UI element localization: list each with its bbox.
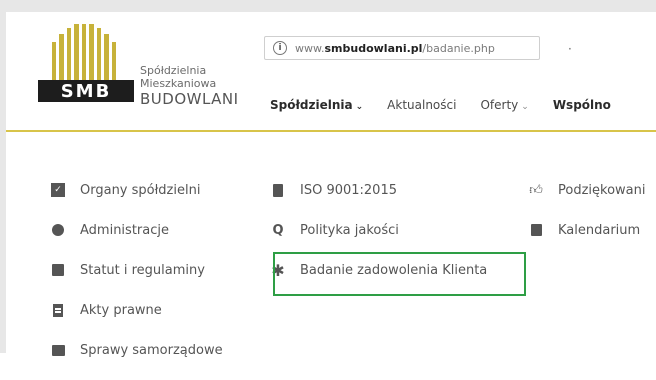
nav-item-label: Oferty <box>480 98 519 112</box>
menu-item-polityka[interactable]: Q Polityka jakości <box>270 220 487 240</box>
main-nav: Spółdzielnia ⌄ Aktualności Oferty ⌄ Wspóln… <box>270 95 635 115</box>
nav-item-label: Aktualności <box>387 98 457 112</box>
nav-item-wspolnoty[interactable]: Wspólno <box>553 98 611 112</box>
brand-line-1: Spółdzielnia <box>140 64 207 77</box>
address-bar[interactable]: i www. smbudowlani.pl/badanie.php <box>264 36 540 60</box>
nav-item-label: Wspólno <box>552 98 611 112</box>
menu-item-label: Polityka jakości <box>300 222 399 238</box>
highlight-box <box>273 252 526 296</box>
url-prefix: www. <box>295 41 325 55</box>
search-icon: Q <box>272 222 284 238</box>
checkbox-icon: ✓ <box>50 182 66 198</box>
menu-item-iso[interactable]: ISO 9001:2015 <box>270 180 487 200</box>
menu-item-kalendarium[interactable]: Kalendarium <box>528 220 645 240</box>
menu-item-label: Statut i regulaminy <box>80 262 205 278</box>
circle-icon <box>50 222 66 238</box>
menu-item-organy[interactable]: ✓ Organy spółdzielni <box>50 180 223 200</box>
url-path: /badanie.php <box>422 41 495 55</box>
nav-item-aktualnosci[interactable]: Aktualności <box>387 98 456 112</box>
menu-item-statut[interactable]: Statut i regulaminy <box>50 260 223 280</box>
square-icon <box>50 262 66 278</box>
menu-column-left: ✓ Organy spółdzielni Administracje Statu… <box>50 180 223 380</box>
menu-item-label: Akty prawne <box>80 302 162 318</box>
thumbs-up-icon: 👍︎ <box>529 182 543 198</box>
url-domain: smbudowlani.pl <box>324 41 423 55</box>
web-page: SMB Spółdzielnia Mieszkaniowa BUDOWLANI … <box>6 12 656 358</box>
logo-bars-graphic <box>52 24 116 80</box>
trash-icon <box>270 182 286 198</box>
menu-item-label: Kalendarium <box>558 222 641 238</box>
brand-line-3: BUDOWLANI <box>140 90 239 108</box>
nav-item-spoldzielnia[interactable]: Spółdzielnia ⌄ <box>270 98 363 112</box>
header-divider <box>6 130 656 132</box>
info-icon[interactable]: i <box>273 41 287 55</box>
menu-item-sprawy[interactable]: Sprawy samorządowe <box>50 340 223 360</box>
brand-name[interactable]: Spółdzielnia Mieszkaniowa BUDOWLANI <box>140 64 239 108</box>
newspaper-icon <box>50 342 66 358</box>
logo-text: SMB <box>60 80 112 102</box>
smb-logo[interactable]: SMB <box>38 24 134 102</box>
brand-line-2: Mieszkaniowa <box>140 77 217 90</box>
logo-base: SMB <box>38 80 134 102</box>
menu-column-right: 👍︎ Podziękowani Kalendarium <box>528 180 645 260</box>
menu-item-podziekowania[interactable]: 👍︎ Podziękowani <box>528 180 645 200</box>
nav-item-label: Spółdzielnia <box>270 98 353 112</box>
calendar-icon <box>528 222 544 238</box>
document-icon <box>50 302 66 318</box>
menu-item-label: ISO 9001:2015 <box>300 182 397 198</box>
menu-item-akty[interactable]: Akty prawne <box>50 300 223 320</box>
menu-item-label: Sprawy samorządowe <box>80 342 223 358</box>
menu-item-label: Organy spółdzielni <box>80 182 201 198</box>
nav-item-oferty[interactable]: Oferty ⌄ <box>480 98 528 112</box>
menu-item-label: Podziękowani <box>558 182 646 198</box>
chevron-down-icon: ⌄ <box>355 102 364 112</box>
chevron-down-icon: ⌄ <box>521 102 529 112</box>
toolbar-dot-icon: · <box>568 42 572 56</box>
menu-item-label: Administracje <box>80 222 169 238</box>
menu-item-administracje[interactable]: Administracje <box>50 220 223 240</box>
window-frame-top <box>0 0 656 12</box>
